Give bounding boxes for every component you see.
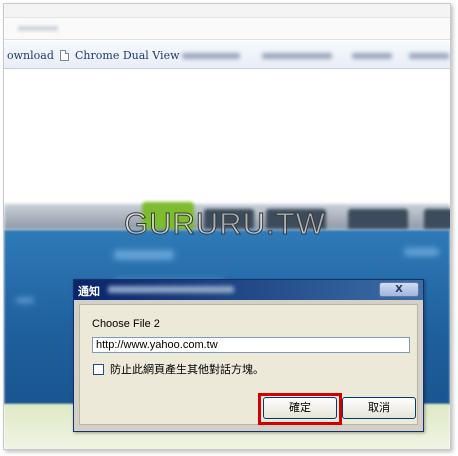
bookmark-blurred[interactable]	[262, 53, 332, 59]
page-content	[4, 70, 450, 215]
ok-button[interactable]: 確定	[263, 397, 337, 419]
watermark: GURURU.TW	[124, 206, 326, 242]
dialog-message: Choose File 2	[92, 318, 160, 330]
site-nav-tab[interactable]	[348, 209, 408, 229]
bookmarks-bar: ownload Chrome Dual View	[4, 41, 450, 69]
suppress-dialogs-label: 防止此網頁產生其他對話方塊。	[110, 363, 264, 376]
bookmark-blurred[interactable]	[352, 53, 392, 59]
browser-top-strip	[4, 4, 450, 18]
site-nav-tab[interactable]	[424, 209, 450, 229]
dialog-title: 通知	[78, 285, 100, 298]
cancel-button[interactable]: 取消	[342, 397, 416, 419]
page-icon	[60, 50, 69, 61]
bookmark-label: Chrome Dual View	[75, 49, 180, 62]
suppress-dialogs-checkbox[interactable]	[93, 363, 104, 375]
prompt-input[interactable]: http://www.yahoo.com.tw	[92, 337, 410, 353]
dialog-title-url-blurred	[108, 286, 234, 293]
dialog-body: Choose File 2 http://www.yahoo.com.tw 防止…	[79, 304, 418, 425]
address-bar	[4, 18, 450, 40]
screenshot-frame: ownload Chrome Dual View GURURU.TW 通知 X …	[3, 3, 451, 450]
bookmark-blurred[interactable]	[182, 53, 240, 59]
bookmark-download[interactable]: ownload	[7, 49, 54, 62]
dialog-titlebar[interactable]: 通知 X	[74, 280, 423, 300]
close-button[interactable]: X	[379, 282, 419, 297]
bookmark-blurred[interactable]	[409, 53, 449, 59]
alert-dialog: 通知 X Choose File 2 http://www.yahoo.com.…	[73, 279, 424, 432]
suppress-dialogs-option[interactable]: 防止此網頁產生其他對話方塊。	[93, 361, 264, 377]
bookmark-chrome-dual-view[interactable]: Chrome Dual View	[60, 49, 180, 62]
